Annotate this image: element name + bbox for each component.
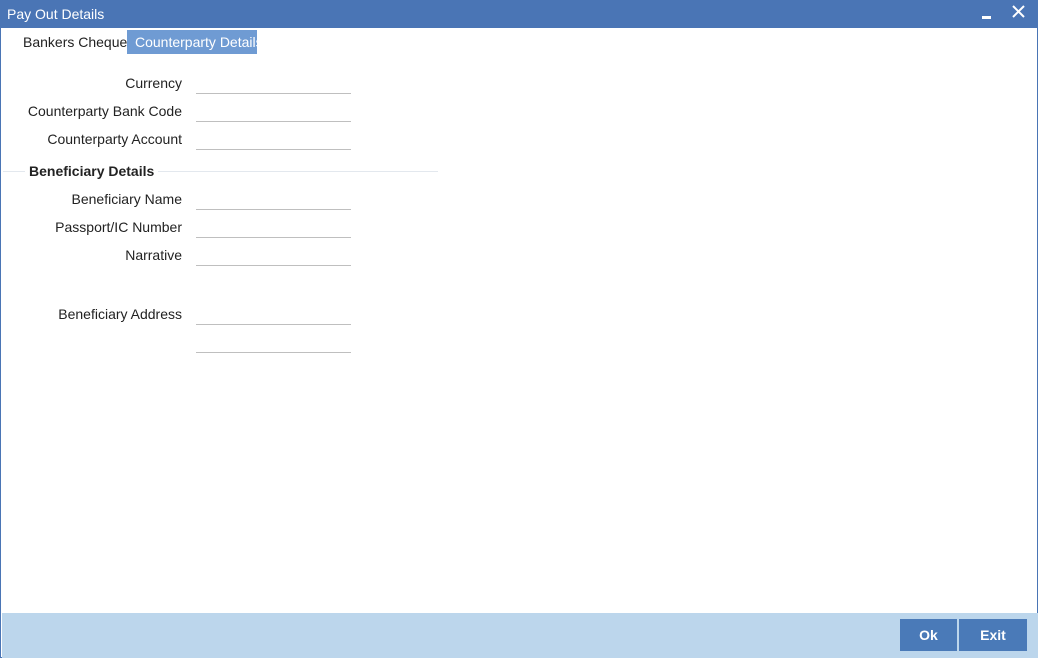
counterparty-account-label: Counterparty Account <box>47 131 182 147</box>
beneficiary-name-label: Beneficiary Name <box>71 191 183 207</box>
passport-ic-number-input[interactable] <box>196 216 351 238</box>
tab-counterparty-details[interactable]: Counterparty Details <box>127 30 263 54</box>
beneficiary-name-input[interactable] <box>196 188 351 210</box>
close-icon <box>1012 5 1025 18</box>
close-button[interactable] <box>1007 3 1029 25</box>
beneficiary-address-line2-input[interactable] <box>196 331 351 353</box>
beneficiary-address-line1-input[interactable] <box>196 303 351 325</box>
counterparty-bank-code-label: Counterparty Bank Code <box>27 103 182 119</box>
pay-out-details-window: Pay Out Details Bankers Cheque Counterpa… <box>0 0 1038 658</box>
beneficiary-address-label: Beneficiary Address <box>58 306 182 322</box>
minimize-button[interactable] <box>976 3 998 25</box>
currency-input[interactable] <box>196 72 351 94</box>
footer-bar: Ok Exit <box>2 613 1038 658</box>
title-bar[interactable]: Pay Out Details <box>1 1 1037 28</box>
minimize-icon <box>982 16 991 19</box>
currency-label: Currency <box>125 75 182 91</box>
window-title: Pay Out Details <box>7 6 105 22</box>
counterparty-bank-code-input[interactable] <box>196 100 351 122</box>
exit-button[interactable]: Exit <box>959 619 1027 651</box>
counterparty-account-input[interactable] <box>196 128 351 150</box>
passport-ic-number-label: Passport/IC Number <box>55 219 182 235</box>
narrative-label: Narrative <box>125 247 182 263</box>
tab-bankers-cheque[interactable]: Bankers Cheque <box>15 30 127 54</box>
narrative-input[interactable] <box>196 244 351 266</box>
beneficiary-details-heading: Beneficiary Details <box>25 163 159 179</box>
ok-button[interactable]: Ok <box>900 619 957 651</box>
